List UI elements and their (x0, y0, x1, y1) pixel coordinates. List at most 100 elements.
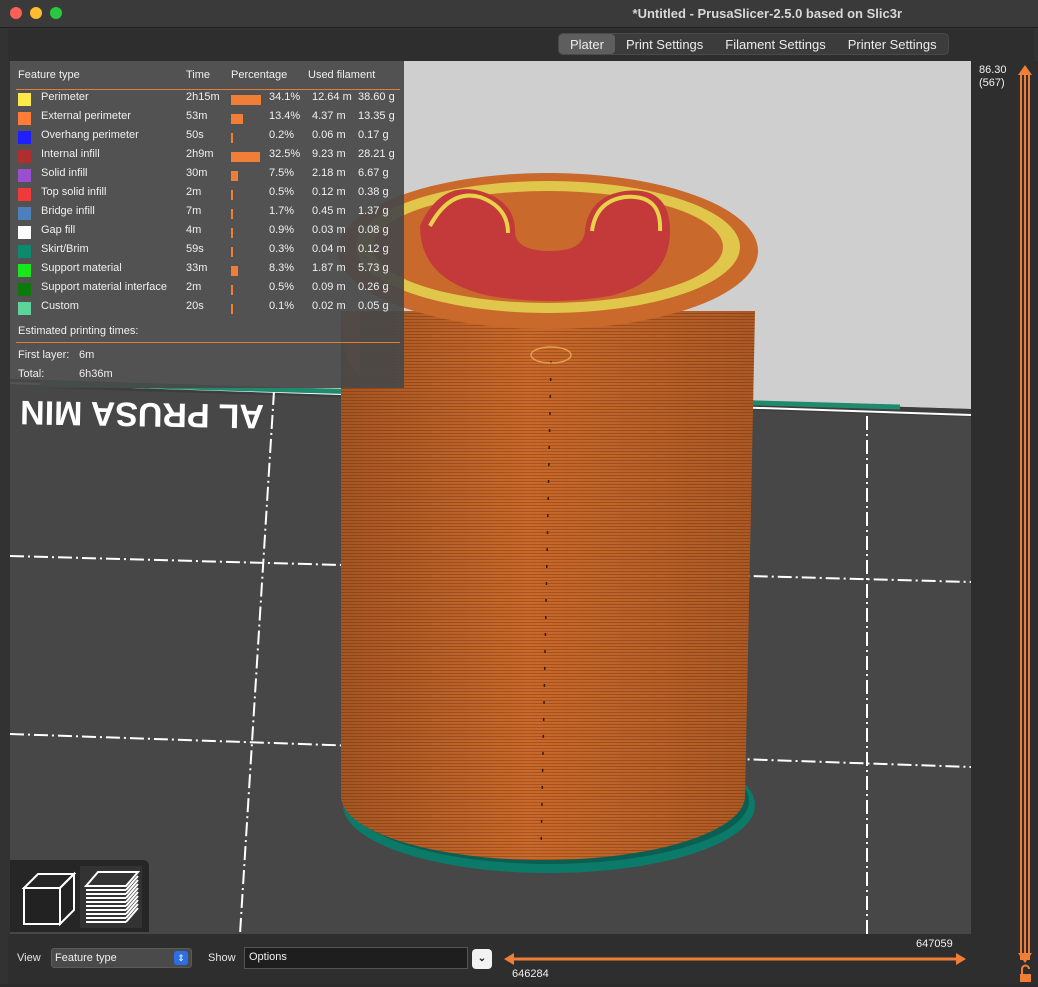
feature-color-swatch (18, 207, 31, 220)
tab-print-settings[interactable]: Print Settings (615, 34, 714, 54)
feature-color-swatch (18, 131, 31, 144)
percentage-bar (231, 209, 233, 219)
feature-filament-weight: 0.08 g (358, 224, 389, 236)
feature-name: Bridge infill (41, 205, 95, 217)
legend-row[interactable]: Support material 33m 8.3% 1.87 m 5.73 g (10, 262, 404, 281)
feature-time: 2h15m (186, 91, 220, 103)
feature-time: 33m (186, 262, 208, 274)
moves-slider-track (504, 953, 966, 965)
layer-slider-upper-thumb[interactable] (1018, 65, 1032, 75)
feature-percentage: 34.1% (269, 91, 301, 103)
first-layer-value: 6m (79, 349, 95, 361)
feature-color-swatch (18, 226, 31, 239)
feature-percentage: 1.7% (269, 205, 295, 217)
feature-color-swatch (18, 302, 31, 315)
header-feature-type: Feature type (18, 69, 80, 81)
feature-percentage: 0.9% (269, 224, 295, 236)
bottom-toolbar: View Feature type ⇕ Show Options ⌄ 64705… (8, 934, 1034, 984)
legend-row[interactable]: Custom 20s 0.1% 0.02 m 0.05 g (10, 300, 404, 319)
feature-name: Overhang perimeter (41, 129, 139, 141)
header-percentage: Percentage (231, 69, 288, 81)
feature-filament-length: 2.18 m (312, 167, 346, 179)
feature-percentage: 0.5% (269, 186, 295, 198)
feature-time: 20s (186, 300, 204, 312)
feature-filament-length: 0.45 m (312, 205, 346, 217)
feature-name: Gap fill (41, 224, 76, 236)
slider-lower-thumb[interactable] (504, 953, 514, 965)
feature-filament-length: 0.04 m (312, 243, 346, 255)
view-label: View (17, 952, 41, 964)
legend-row[interactable]: Overhang perimeter 50s 0.2% 0.06 m 0.17 g (10, 129, 404, 148)
legend-header: Feature type Time Percentage Used filame… (10, 69, 404, 85)
tab-plater[interactable]: Plater (559, 34, 615, 54)
feature-filament-length: 0.06 m (312, 129, 346, 141)
legend-row[interactable]: Skirt/Brim 59s 0.3% 0.04 m 0.12 g (10, 243, 404, 262)
feature-percentage: 0.1% (269, 300, 295, 312)
tab-filament-settings[interactable]: Filament Settings (714, 34, 836, 54)
feature-name: Support material (41, 262, 122, 274)
feature-color-swatch (18, 93, 31, 106)
legend-row[interactable]: External perimeter 53m 13.4% 4.37 m 13.35 g (10, 110, 404, 129)
feature-name: Skirt/Brim (41, 243, 89, 255)
unlock-icon[interactable] (1020, 964, 1031, 982)
percentage-bar (231, 133, 233, 143)
percentage-bar (231, 190, 233, 200)
app-window: *Untitled - PrusaSlicer-2.5.0 based on S… (0, 0, 1038, 984)
percentage-bar (231, 304, 233, 314)
chevron-down-icon[interactable]: ⌄ (472, 949, 492, 969)
feature-filament-weight: 38.60 g (358, 91, 395, 103)
percentage-bar (231, 228, 233, 238)
moves-slider[interactable]: 647059 646284 (502, 934, 972, 984)
legend-row[interactable]: Solid infill 30m 7.5% 2.18 m 6.67 g (10, 167, 404, 186)
legend-row[interactable]: Support material interface 2m 0.5% 0.09 m 0.… (10, 281, 404, 300)
layer-slider-panel: 86.30 (567) (971, 61, 1038, 984)
feature-percentage: 7.5% (269, 167, 295, 179)
view-type-select[interactable]: Feature type ⇕ (51, 948, 192, 968)
feature-filament-length: 4.37 m (312, 110, 346, 122)
feature-color-swatch (18, 169, 31, 182)
legend-row[interactable]: Gap fill 4m 0.9% 0.03 m 0.08 g (10, 224, 404, 243)
feature-percentage: 32.5% (269, 148, 301, 160)
percentage-bar (231, 152, 260, 162)
cube-icon (21, 871, 77, 927)
legend-divider (16, 342, 400, 343)
show-options-combo[interactable]: Options (244, 947, 468, 969)
feature-time: 50s (186, 129, 204, 141)
slider-upper-thumb[interactable] (956, 953, 966, 965)
feature-filament-length: 9.23 m (312, 148, 346, 160)
tab-printer-settings[interactable]: Printer Settings (837, 34, 948, 54)
legend-row[interactable]: Perimeter 2h15m 34.1% 12.64 m 38.60 g (10, 91, 404, 110)
slider-min-value: 646284 (512, 968, 549, 980)
legend-panel: Feature type Time Percentage Used filame… (10, 61, 404, 388)
header-used-filament: Used filament (308, 69, 376, 81)
header-time: Time (186, 69, 211, 81)
feature-filament-weight: 13.35 g (358, 110, 395, 122)
feature-filament-weight: 6.67 g (358, 167, 389, 179)
chevron-updown-icon: ⇕ (174, 951, 188, 965)
feature-time: 2m (186, 186, 202, 198)
feature-time: 53m (186, 110, 208, 122)
view-layers-button[interactable] (80, 866, 142, 928)
feature-filament-length: 0.03 m (312, 224, 346, 236)
legend-row[interactable]: Internal infill 2h9m 32.5% 9.23 m 28.21 g (10, 148, 404, 167)
legend-row[interactable]: Bridge infill 7m 1.7% 0.45 m 1.37 g (10, 205, 404, 224)
feature-time: 2m (186, 281, 202, 293)
feature-name: Solid infill (41, 167, 88, 179)
show-label: Show (208, 952, 236, 964)
feature-filament-weight: 0.05 g (358, 300, 389, 312)
feature-filament-weight: 1.37 g (358, 205, 389, 217)
percentage-bar (231, 114, 243, 124)
view-mode-buttons (10, 860, 149, 932)
feature-percentage: 13.4% (269, 110, 301, 122)
view-3d-button[interactable] (16, 866, 78, 928)
layer-slider[interactable] (971, 61, 1038, 984)
slider-max-value: 647059 (916, 938, 953, 950)
feature-time: 4m (186, 224, 202, 236)
percentage-bar (231, 285, 233, 295)
feature-time: 2h9m (186, 148, 214, 160)
legend-row[interactable]: Top solid infill 2m 0.5% 0.12 m 0.38 g (10, 186, 404, 205)
total-time-label: Total: (18, 368, 45, 380)
first-layer-label: First layer: (18, 349, 70, 361)
feature-filament-length: 1.87 m (312, 262, 346, 274)
feature-percentage: 0.3% (269, 243, 295, 255)
